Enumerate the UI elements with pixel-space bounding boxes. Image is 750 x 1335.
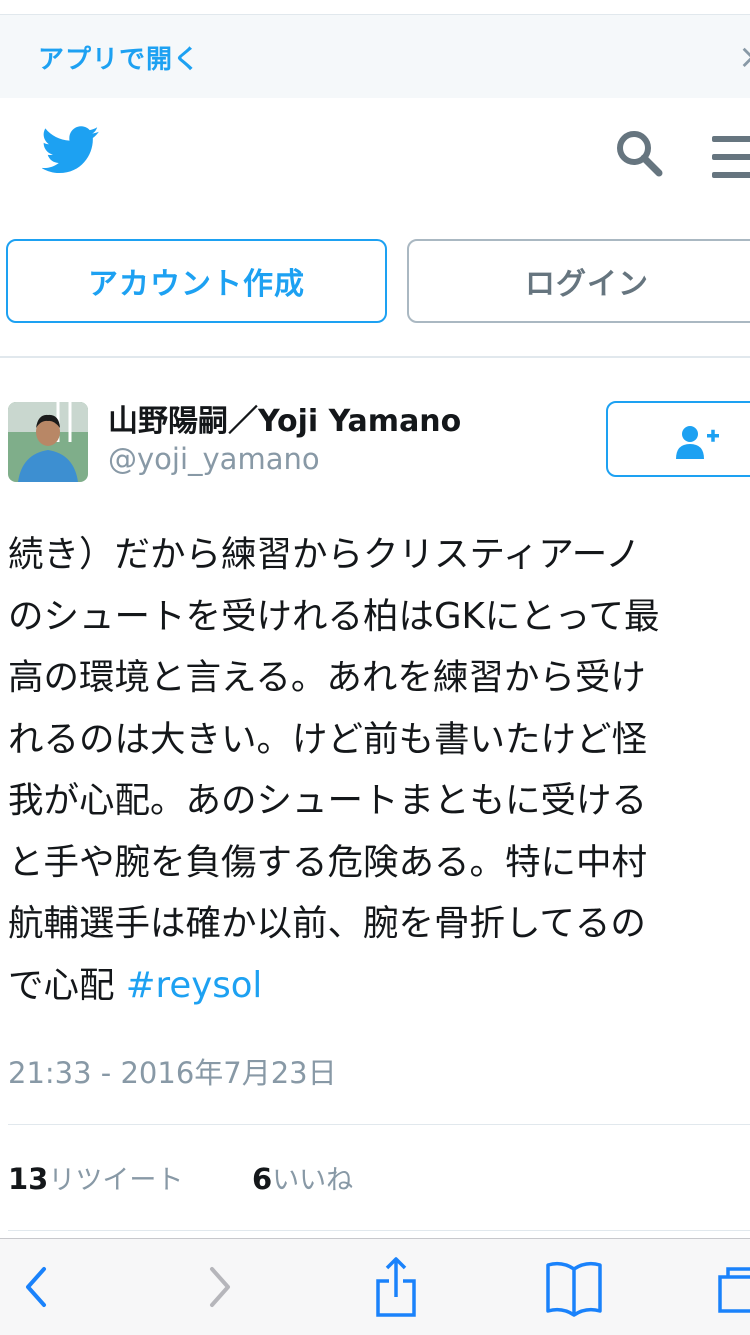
retweet-stat[interactable]: 13リツイート	[8, 1158, 183, 1197]
search-icon[interactable]	[614, 128, 664, 178]
retweet-label: リツイート	[48, 1165, 184, 1196]
bookmarks-icon[interactable]	[544, 1239, 604, 1335]
close-icon[interactable]: ×	[738, 37, 750, 77]
tweet-text-line: 我が心配。あのシュートまともに受ける	[8, 780, 648, 821]
tweet-timestamp[interactable]: 21:33 - 2016年7月23日	[8, 1050, 337, 1092]
tweet-text-line: と手や腕を負傷する危険ある。特に中村	[8, 841, 648, 883]
divider	[0, 356, 750, 358]
tabs-icon[interactable]	[716, 1239, 750, 1335]
tweet-text-line: のシュートを受けれる柏はGKにとって最	[8, 595, 660, 637]
follow-button[interactable]	[606, 401, 750, 477]
open-in-app-link[interactable]: アプリで開く	[38, 39, 200, 76]
open-in-app-banner: アプリで開く ×	[0, 14, 750, 99]
avatar[interactable]	[8, 402, 88, 482]
tweet-text-line: れるのは大きい。けど前も書いたけど怪	[8, 718, 648, 760]
top-edge	[0, 0, 750, 14]
signup-button[interactable]: アカウント作成	[6, 239, 387, 323]
user-handle[interactable]: @yoji_yamano	[108, 442, 320, 476]
hashtag-link[interactable]: #reysol	[126, 965, 263, 1006]
share-icon[interactable]	[372, 1239, 420, 1335]
login-button[interactable]: ログイン	[407, 239, 750, 323]
tweet-text-line: 続き）だから練習からクリスティアーノ	[8, 534, 641, 575]
twitter-bird-icon[interactable]	[42, 126, 100, 174]
forward-icon[interactable]	[200, 1239, 240, 1335]
tweet-text-line: 高の環境と言える。あれを練習から受け	[8, 657, 646, 698]
tweet-text-last-line: で心配 #reysol	[8, 955, 750, 1017]
tweet-text-fragment: で心配	[8, 964, 126, 1006]
like-label: いいね	[272, 1165, 354, 1196]
display-name[interactable]: 山野陽嗣／Yoji Yamano	[108, 396, 461, 440]
divider	[8, 1124, 750, 1125]
like-count: 6	[252, 1162, 273, 1196]
browser-toolbar	[0, 1238, 750, 1335]
retweet-count: 13	[8, 1162, 49, 1196]
site-header	[0, 98, 750, 228]
menu-icon[interactable]	[712, 136, 750, 190]
tweet-text-line: 航輔選手は確か以前、腕を骨折してるの	[8, 903, 646, 944]
add-user-icon	[676, 426, 719, 459]
back-icon[interactable]	[18, 1239, 58, 1335]
like-stat[interactable]: 6いいね	[252, 1158, 353, 1197]
tweet-text: 続き）だから練習からクリスティアーノ のシュートを受けれる柏はGKにとって最 高…	[8, 524, 750, 1016]
divider	[8, 1230, 750, 1231]
